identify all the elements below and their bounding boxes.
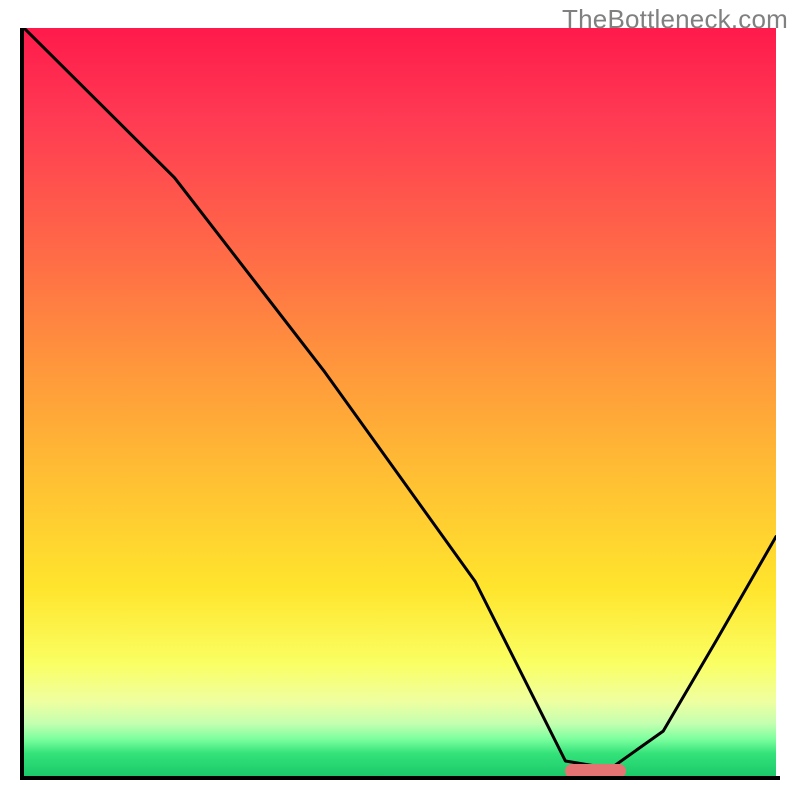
chart-frame: TheBottleneck.com xyxy=(0,0,800,800)
minimum-marker xyxy=(565,764,625,776)
plot-area xyxy=(24,28,776,776)
watermark-text: TheBottleneck.com xyxy=(562,4,788,35)
bottleneck-curve xyxy=(24,28,776,769)
curve-svg xyxy=(24,28,776,776)
